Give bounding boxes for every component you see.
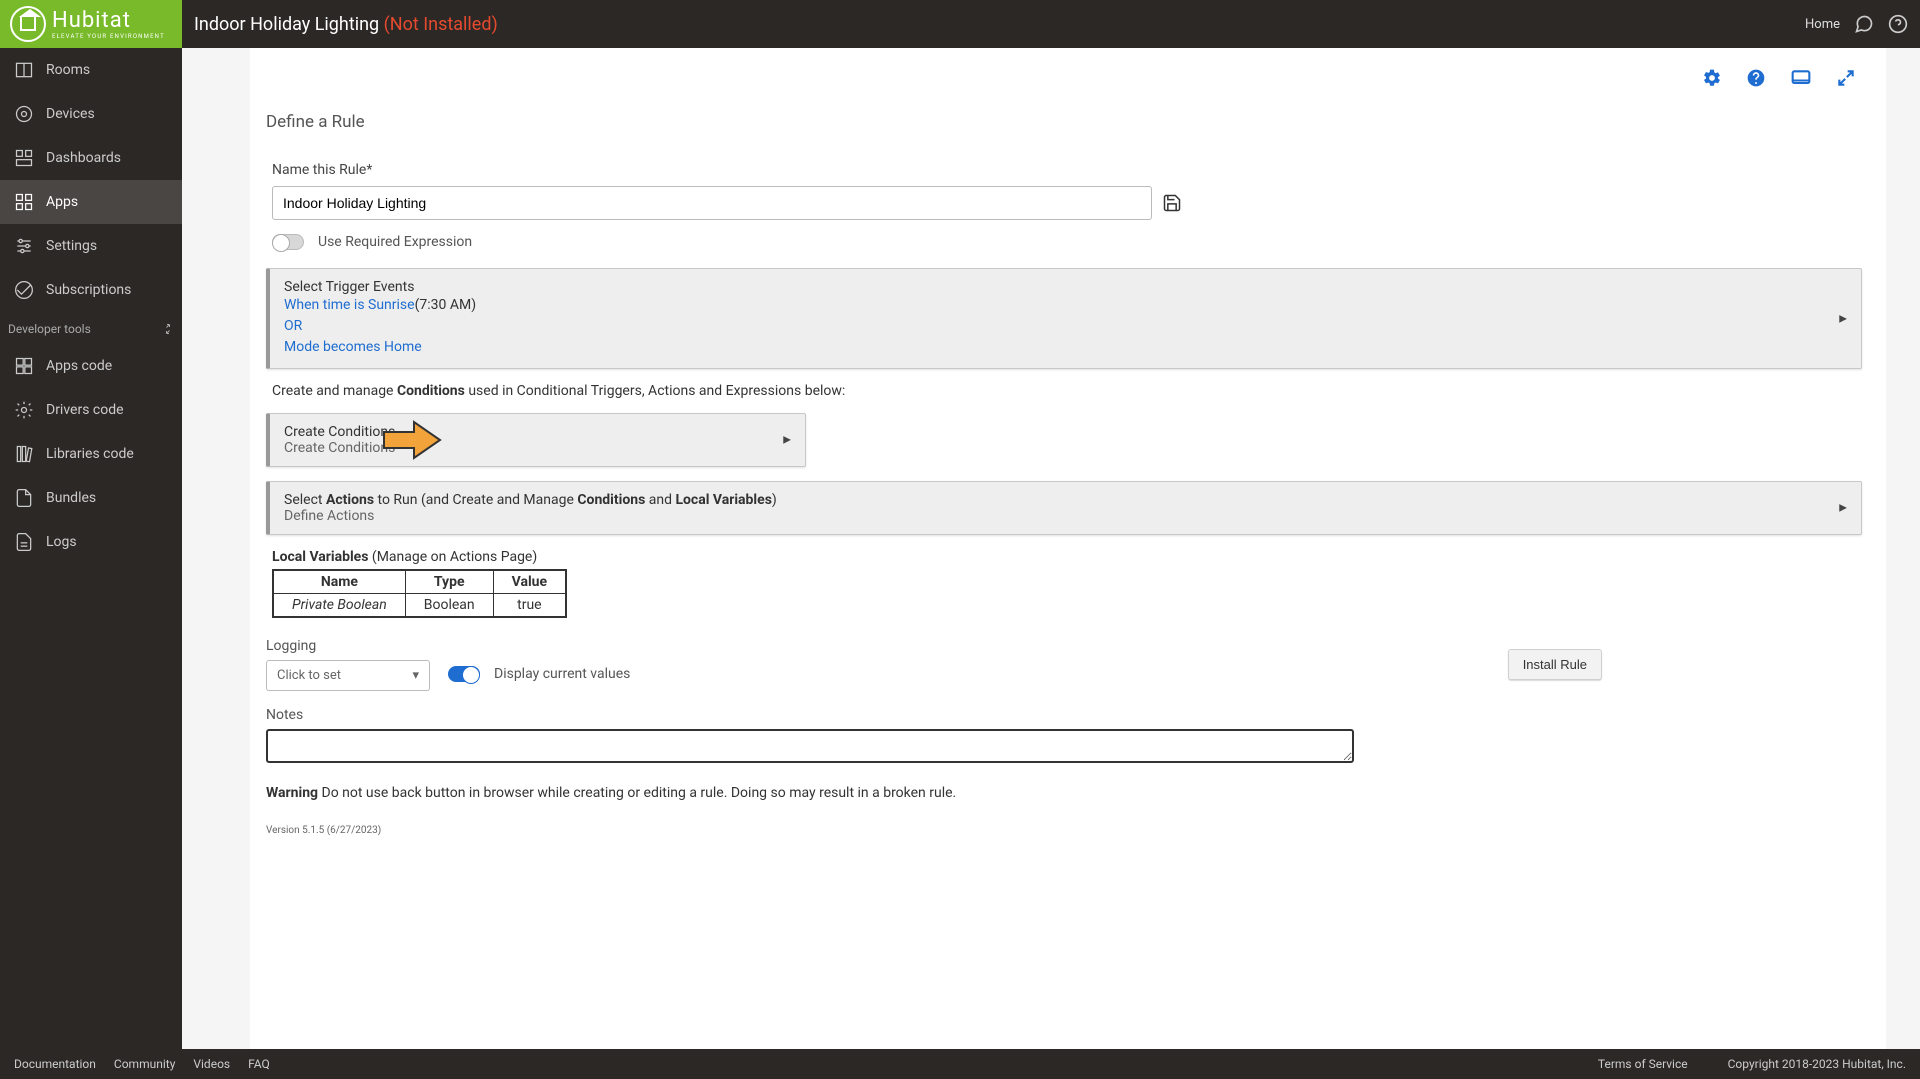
logo-name: Hubitat — [52, 8, 165, 33]
subscriptions-icon — [14, 280, 34, 300]
sidebar-item-libraries-code[interactable]: Libraries code — [0, 432, 182, 476]
notes-label: Notes — [266, 707, 1862, 723]
logging-dropdown[interactable]: Click to set ▾ — [266, 660, 430, 691]
local-variables-table: NameTypeValue Private BooleanBooleantrue — [272, 569, 567, 618]
required-expression-toggle[interactable] — [272, 234, 304, 250]
footer-link-faq[interactable]: FAQ — [248, 1057, 270, 1071]
required-expression-label: Use Required Expression — [318, 234, 472, 250]
footer-link-community[interactable]: Community — [114, 1057, 175, 1071]
logs-icon — [14, 532, 34, 552]
name-label: Name this Rule* — [272, 162, 1862, 178]
devices-icon — [14, 104, 34, 124]
section-title: Define a Rule — [266, 112, 1862, 132]
rooms-icon — [14, 60, 34, 80]
display-values-label: Display current values — [494, 666, 630, 682]
chevron-right-icon: ▶ — [1839, 503, 1847, 514]
sidebar-item-subscriptions[interactable]: Subscriptions — [0, 268, 182, 312]
sidebar-item-apps[interactable]: Apps — [0, 180, 182, 224]
caret-down-icon: ▾ — [412, 668, 419, 683]
footer-link-tos[interactable]: Terms of Service — [1598, 1057, 1688, 1071]
rule-panel: Define a Rule Name this Rule* Use Requir… — [250, 48, 1886, 1049]
sidebar-item-logs[interactable]: Logs — [0, 520, 182, 564]
footer-link-documentation[interactable]: Documentation — [14, 1057, 96, 1071]
notes-textarea[interactable] — [266, 729, 1354, 763]
expand-icon[interactable] — [1836, 68, 1856, 88]
logo-icon — [10, 6, 46, 42]
actions-card[interactable]: Select Actions to Run (and Create and Ma… — [266, 481, 1862, 535]
logging-label: Logging — [266, 638, 430, 654]
conditions-hint: Create and manage Conditions used in Con… — [272, 383, 1862, 399]
display-values-toggle[interactable] — [448, 666, 480, 682]
sidebar: Rooms Devices Dashboards Apps Settings S… — [0, 48, 182, 1049]
page-title: Indoor Holiday Lighting (Not Installed) — [194, 14, 498, 35]
content-area: Define a Rule Name this Rule* Use Requir… — [182, 48, 1920, 1049]
developer-tools-header[interactable]: Developer tools — [0, 312, 182, 344]
top-bar: Hubitat ELEVATE YOUR ENVIRONMENT Indoor … — [0, 0, 1920, 48]
settings-icon — [14, 236, 34, 256]
version-text: Version 5.1.5 (6/27/2023) — [266, 825, 1862, 836]
local-variables-section: Local Variables (Manage on Actions Page)… — [272, 549, 1862, 618]
install-rule-button[interactable]: Install Rule — [1508, 649, 1602, 680]
create-conditions-card[interactable]: Create Conditions Create Conditions ▶ — [266, 413, 806, 467]
install-status: (Not Installed) — [384, 14, 498, 35]
apps-icon — [14, 192, 34, 212]
chevron-right-icon: ▶ — [1839, 313, 1847, 324]
dashboards-icon — [14, 148, 34, 168]
sidebar-item-devices[interactable]: Devices — [0, 92, 182, 136]
trigger-events-card[interactable]: Select Trigger Events When time is Sunri… — [266, 268, 1862, 369]
footer-link-videos[interactable]: Videos — [193, 1057, 230, 1071]
sidebar-item-drivers-code[interactable]: Drivers code — [0, 388, 182, 432]
display-icon[interactable] — [1790, 68, 1812, 88]
drivers-code-icon — [14, 400, 34, 420]
collapse-icon — [162, 323, 174, 335]
home-link[interactable]: Home — [1805, 17, 1840, 32]
save-icon[interactable] — [1162, 193, 1182, 213]
chat-icon[interactable] — [1854, 14, 1874, 34]
gear-icon[interactable] — [1702, 68, 1722, 88]
sidebar-item-dashboards[interactable]: Dashboards — [0, 136, 182, 180]
sidebar-item-apps-code[interactable]: Apps code — [0, 344, 182, 388]
trigger-events-title: Select Trigger Events — [284, 279, 1847, 295]
logo[interactable]: Hubitat ELEVATE YOUR ENVIRONMENT — [0, 0, 182, 48]
chevron-right-icon: ▶ — [783, 435, 791, 446]
warning-text: Warning Do not use back button in browse… — [266, 785, 1862, 801]
footer: Documentation Community Videos FAQ Terms… — [0, 1049, 1920, 1079]
apps-code-icon — [14, 356, 34, 376]
sidebar-item-settings[interactable]: Settings — [0, 224, 182, 268]
help-icon[interactable] — [1888, 14, 1908, 34]
rule-name-input[interactable] — [272, 186, 1152, 220]
bundles-icon — [14, 488, 34, 508]
annotation-arrow-icon — [382, 418, 444, 462]
sidebar-item-rooms[interactable]: Rooms — [0, 48, 182, 92]
footer-copyright: Copyright 2018-2023 Hubitat, Inc. — [1728, 1057, 1906, 1071]
libraries-code-icon — [14, 444, 34, 464]
top-right-actions: Home — [1805, 14, 1908, 34]
sidebar-item-bundles[interactable]: Bundles — [0, 476, 182, 520]
help-icon[interactable] — [1746, 68, 1766, 88]
logo-tag: ELEVATE YOUR ENVIRONMENT — [52, 33, 165, 40]
